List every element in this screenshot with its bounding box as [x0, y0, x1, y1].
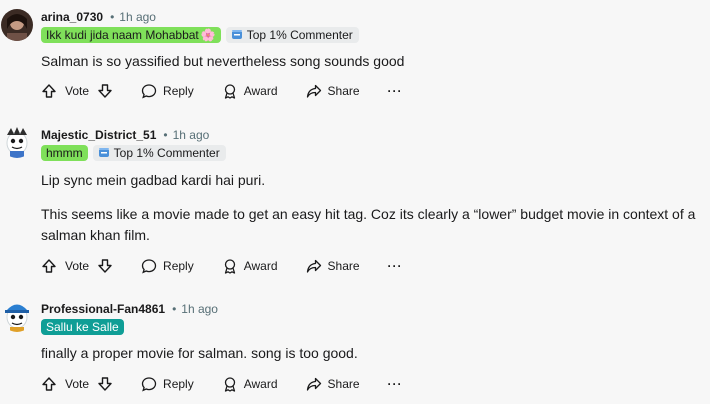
username[interactable]: Professional-Fan4861 [41, 302, 165, 316]
downvote-icon[interactable] [97, 376, 113, 392]
award-label: Award [243, 377, 278, 391]
reply-button[interactable]: Reply [141, 376, 194, 392]
vote-group: Vote [41, 376, 113, 392]
flair-text: Sallu ke Salle [46, 320, 119, 334]
share-icon [306, 377, 321, 391]
avatar[interactable] [1, 300, 33, 332]
share-label: Share [327, 377, 360, 391]
award-icon [224, 377, 235, 392]
comment-meta: Professional-Fan4861 • 1h ago [41, 302, 218, 316]
comment-paragraph: finally a proper movie for salman. song … [41, 345, 358, 361]
comment-body: finally a proper movie for salman. song … [41, 343, 701, 364]
award-button[interactable]: Award [222, 376, 278, 392]
comment-actions: Vote Reply Award Share ··· [41, 374, 403, 394]
upvote-icon[interactable] [41, 376, 57, 392]
reply-icon [141, 377, 157, 392]
user-flair: Sallu ke Salle [41, 319, 124, 335]
reply-label: Reply [163, 377, 194, 391]
more-options-button[interactable]: ··· [388, 377, 403, 391]
vote-label: Vote [65, 377, 90, 391]
share-button[interactable]: Share [306, 376, 360, 392]
timestamp[interactable]: 1h ago [181, 302, 218, 316]
comment-3: Professional-Fan4861 • 1h ago Sallu ke S… [0, 0, 710, 404]
flair-line: Sallu ke Salle [41, 319, 124, 335]
separator-dot: • [172, 302, 177, 316]
